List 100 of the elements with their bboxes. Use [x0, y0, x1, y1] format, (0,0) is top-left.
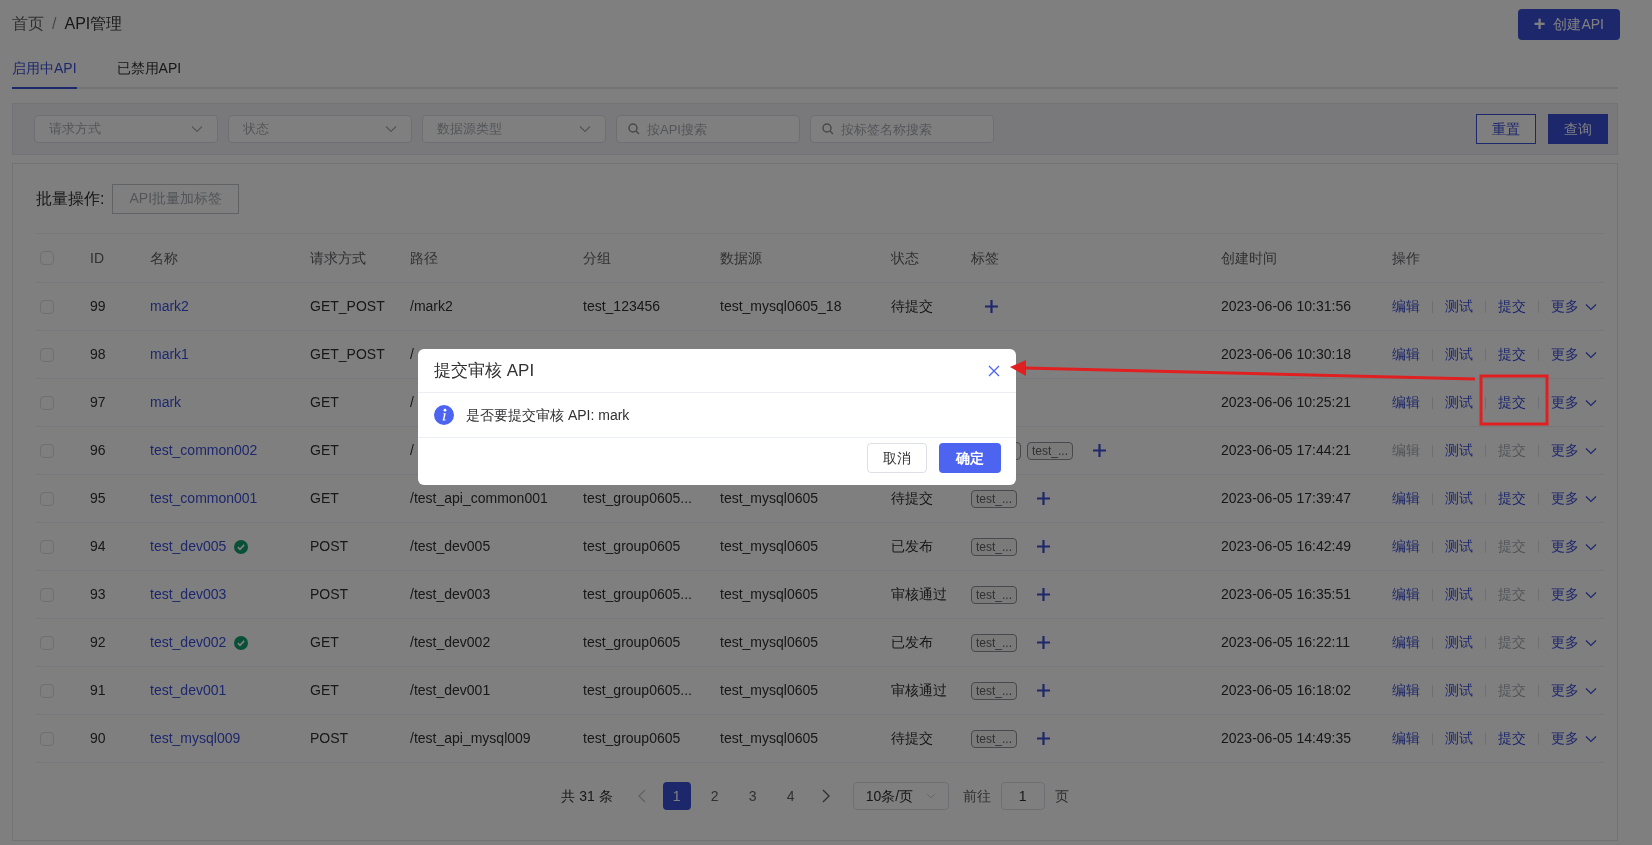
api-name-link[interactable]: mark	[150, 392, 182, 413]
chevron-down-icon	[1585, 734, 1597, 743]
api-name-link[interactable]: test_common001	[150, 488, 258, 509]
table-cell: test_group0605	[583, 634, 681, 650]
column-header: 操作	[1392, 249, 1420, 266]
breadcrumb-link[interactable]: 首页	[12, 12, 44, 36]
confirm-button[interactable]: 确定	[939, 443, 1001, 473]
table-cell: 90	[90, 730, 106, 746]
action-link[interactable]: 提交	[1498, 296, 1526, 317]
table-cell: GET	[310, 442, 339, 458]
more-dropdown[interactable]: 更多	[1551, 536, 1597, 557]
search-icon	[822, 123, 834, 135]
table-cell: test_mysql0605	[720, 490, 819, 506]
more-dropdown[interactable]: 更多	[1551, 392, 1597, 413]
plus-icon[interactable]	[1037, 540, 1051, 553]
search-icon	[628, 123, 640, 135]
api-name-link[interactable]: test_mysql009	[150, 728, 241, 749]
chevron-down-icon	[925, 793, 936, 799]
table-cell: POST	[310, 730, 349, 746]
action-link[interactable]: 测试	[1445, 728, 1473, 749]
action-link[interactable]: 提交	[1498, 488, 1526, 509]
plus-icon[interactable]	[1037, 684, 1051, 697]
action-link[interactable]: 编辑	[1392, 488, 1420, 509]
breadcrumb-current: API管理	[64, 14, 123, 34]
action-link[interactable]: 编辑	[1392, 392, 1420, 413]
plus-icon[interactable]	[1093, 444, 1107, 457]
action-link[interactable]: 编辑	[1392, 680, 1420, 701]
page-button[interactable]: 1	[662, 782, 691, 810]
close-icon[interactable]	[988, 364, 1000, 377]
reset-button[interactable]: 重置	[1476, 114, 1536, 144]
plus-icon[interactable]	[1037, 732, 1051, 745]
tag: test_...	[971, 729, 1018, 748]
more-dropdown[interactable]: 更多	[1551, 296, 1597, 317]
tab[interactable]: 启用中API	[12, 58, 77, 89]
action-link[interactable]: 编辑	[1392, 344, 1420, 365]
action-link[interactable]: 编辑	[1392, 632, 1420, 653]
column-header: 分组	[583, 249, 611, 266]
table-cell: /test_api_common001	[410, 490, 548, 506]
action-link[interactable]: 提交	[1498, 344, 1526, 365]
chevron-down-icon	[191, 125, 203, 133]
action-link[interactable]: 测试	[1445, 440, 1473, 461]
action-link[interactable]: 测试	[1445, 296, 1473, 317]
query-button[interactable]: 查询	[1548, 114, 1608, 144]
table-cell: test_123456	[583, 298, 661, 314]
table-cell: /	[410, 442, 414, 458]
tag: test_...	[1027, 441, 1074, 460]
table-cell: 已发布	[891, 634, 933, 650]
batch-label: 批量操作:	[36, 188, 105, 209]
page-size-select[interactable]: 10条/页	[852, 782, 949, 810]
plus-icon[interactable]	[985, 300, 998, 313]
table-cell: test_mysql0605	[720, 538, 819, 554]
api-name-link[interactable]: test_dev005	[150, 536, 227, 557]
api-name-link[interactable]: test_dev003	[150, 584, 227, 605]
api-name-link[interactable]: mark2	[150, 296, 189, 317]
action-link[interactable]: 测试	[1445, 536, 1473, 557]
page-button[interactable]: 4	[776, 782, 805, 810]
api-name-link[interactable]: test_dev002	[150, 632, 227, 653]
more-dropdown[interactable]: 更多	[1551, 680, 1597, 701]
table-cell: /test_dev005	[410, 538, 491, 554]
table-cell: 91	[90, 682, 106, 698]
table-cell: 已发布	[891, 538, 933, 554]
action-link[interactable]: 测试	[1445, 632, 1473, 653]
more-dropdown[interactable]: 更多	[1551, 632, 1597, 653]
plus-icon[interactable]	[1037, 588, 1051, 601]
action-link[interactable]: 提交	[1498, 728, 1526, 749]
action-link[interactable]: 测试	[1445, 584, 1473, 605]
more-dropdown[interactable]: 更多	[1551, 728, 1597, 749]
cancel-button[interactable]: 取消	[867, 443, 927, 473]
tab[interactable]: 已禁用API	[116, 58, 182, 89]
table-cell: 99	[90, 298, 106, 314]
action-link[interactable]: 编辑	[1392, 536, 1420, 557]
action-link[interactable]: 编辑	[1392, 296, 1420, 317]
info-icon	[434, 405, 454, 425]
plus-icon[interactable]	[1037, 492, 1051, 505]
action-link[interactable]: 测试	[1445, 344, 1473, 365]
table-cell: 待提交	[891, 298, 933, 314]
chevron-down-icon	[1585, 302, 1597, 311]
column-header: 标签	[971, 249, 999, 266]
action-link[interactable]: 提交	[1498, 392, 1526, 413]
more-dropdown[interactable]: 更多	[1551, 584, 1597, 605]
page-button[interactable]: 3	[738, 782, 767, 810]
action-link[interactable]: 编辑	[1392, 584, 1420, 605]
column-header: ID	[90, 249, 104, 266]
more-dropdown[interactable]: 更多	[1551, 488, 1597, 509]
table-cell: test_mysql0605	[720, 586, 819, 602]
more-dropdown[interactable]: 更多	[1551, 440, 1597, 461]
plus-icon[interactable]	[1037, 636, 1051, 649]
action-link[interactable]: 测试	[1445, 488, 1473, 509]
table-cell: POST	[310, 538, 349, 554]
create-api-button[interactable]: + 创建API	[1517, 8, 1620, 40]
api-name-link[interactable]: test_dev001	[150, 680, 227, 701]
action-link[interactable]: 测试	[1445, 680, 1473, 701]
action-link[interactable]: 编辑	[1392, 728, 1420, 749]
page-input[interactable]: 1	[1000, 782, 1045, 810]
page-button[interactable]: 2	[700, 782, 729, 810]
more-dropdown[interactable]: 更多	[1551, 344, 1597, 365]
table-cell: GET	[310, 490, 339, 506]
api-name-link[interactable]: test_common002	[150, 440, 258, 461]
action-link[interactable]: 测试	[1445, 392, 1473, 413]
api-name-link[interactable]: mark1	[150, 344, 189, 365]
